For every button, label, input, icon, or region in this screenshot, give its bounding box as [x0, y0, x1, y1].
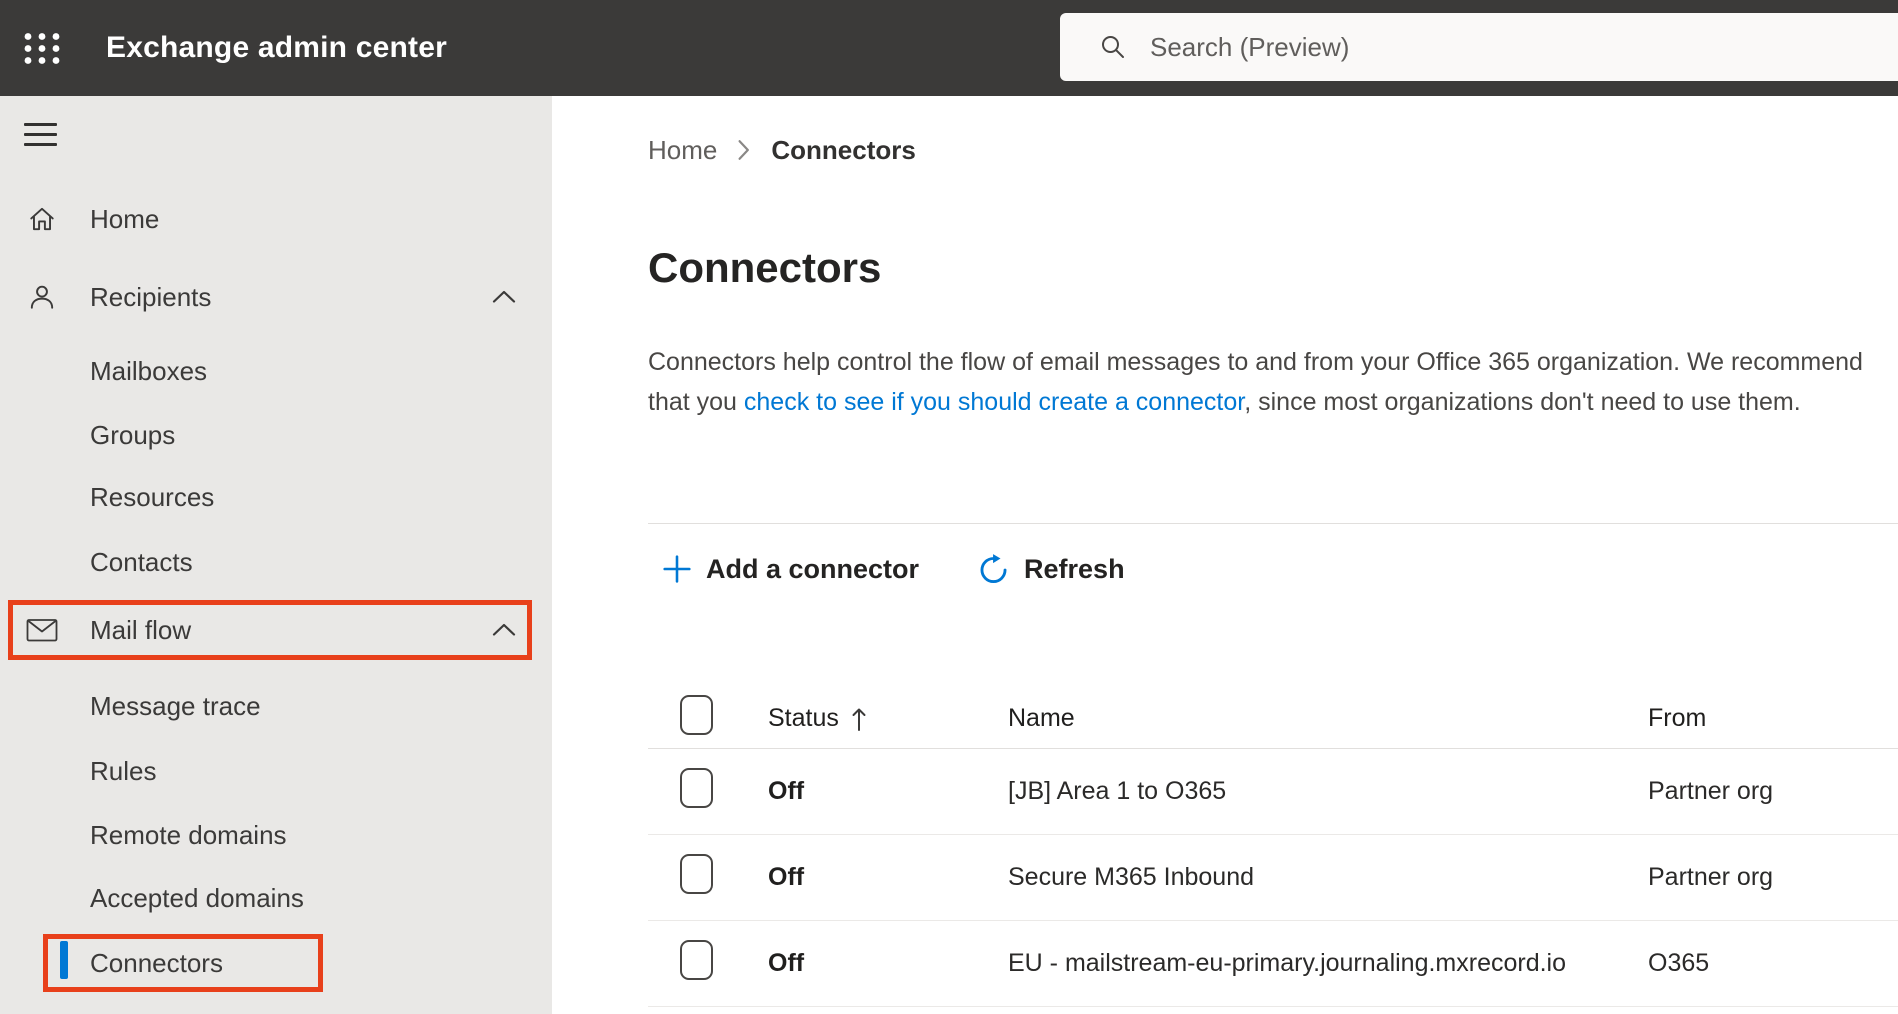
mail-icon	[26, 614, 58, 646]
toolbar-divider	[648, 523, 1898, 524]
person-icon	[26, 281, 58, 313]
row-checkbox[interactable]	[680, 768, 713, 808]
sidebar-item-label: Groups	[90, 419, 176, 450]
hamburger-menu-button[interactable]	[24, 123, 57, 146]
from-cell: Partner org	[1648, 863, 1774, 891]
from-cell: Partner org	[1648, 777, 1774, 805]
selected-item-indicator-bar	[60, 941, 68, 979]
from-cell: O365	[1648, 949, 1710, 977]
column-header-name: Name	[1008, 704, 1075, 732]
refresh-button[interactable]: Refresh	[963, 553, 1139, 586]
sidebar-item-accepted-domains[interactable]: Accepted domains	[0, 866, 552, 930]
add-connector-button[interactable]: Add a connector	[648, 554, 933, 585]
sidebar-item-label: Accepted domains	[90, 882, 304, 913]
search-input[interactable]	[1150, 31, 1750, 63]
status-cell: Off	[768, 863, 805, 891]
sidebar-item-message-trace[interactable]: Message trace	[0, 674, 552, 738]
sidebar-item-remote-domains[interactable]: Remote domains	[0, 803, 552, 867]
sidebar-item-label: Remote domains	[90, 819, 287, 850]
row-checkbox[interactable]	[680, 854, 713, 894]
sidebar-item-label: Contacts	[90, 546, 193, 577]
sidebar-item-label: Mail flow	[90, 614, 192, 645]
table-header-row: Status Name From	[648, 689, 1898, 749]
chevron-up-icon[interactable]	[492, 289, 516, 305]
table-row[interactable]: Off Secure M365 Inbound Partner org	[648, 835, 1898, 921]
search-icon	[1102, 36, 1124, 58]
sidebar-item-recipients[interactable]: Recipients	[0, 265, 552, 329]
status-cell: Off	[768, 777, 805, 805]
select-all-checkbox[interactable]	[680, 695, 713, 735]
sidebar-item-home[interactable]: Home	[0, 187, 552, 251]
page-description: Connectors help control the flow of emai…	[648, 342, 1888, 422]
refresh-label: Refresh	[1024, 553, 1125, 584]
sidebar-item-label: Mailboxes	[90, 355, 208, 386]
sidebar-item-connectors[interactable]: Connectors	[0, 931, 552, 995]
table-row[interactable]: Off [JB] Area 1 to O365 Partner org	[648, 749, 1898, 835]
home-icon	[26, 203, 58, 235]
command-bar: Add a connector Refresh	[648, 541, 1898, 597]
plus-icon	[662, 554, 692, 584]
description-text-tail: , since most organizations don't need to…	[1244, 388, 1801, 416]
sidebar-item-contacts[interactable]: Contacts	[0, 530, 552, 594]
chevron-right-icon	[737, 139, 751, 161]
breadcrumb: Home Connectors	[648, 134, 1898, 166]
main-content: Home Connectors Connectors Connectors he…	[552, 96, 1898, 1014]
sidebar-item-groups[interactable]: Groups	[0, 403, 552, 467]
breadcrumb-home-link[interactable]: Home	[648, 135, 717, 166]
top-bar: Exchange admin center	[0, 0, 1898, 96]
breadcrumb-current-page: Connectors	[771, 134, 916, 165]
sidebar-item-label: Rules	[90, 755, 157, 786]
create-connector-check-link[interactable]: check to see if you should create a conn…	[744, 388, 1244, 416]
sidebar-item-label: Resources	[90, 481, 215, 512]
table-body: Off [JB] Area 1 to O365 Partner org Off …	[648, 749, 1898, 1007]
waffle-dots	[24, 32, 60, 64]
page-title: Connectors	[648, 244, 882, 291]
table-row[interactable]: Off EU - mailstream-eu-primary.journalin…	[648, 921, 1898, 1007]
sidebar-item-label: Recipients	[90, 281, 212, 312]
app-launcher-waffle-icon[interactable]	[20, 28, 64, 68]
sort-ascending-icon	[851, 705, 867, 733]
sidebar-item-label: Home	[90, 203, 160, 234]
status-header-label: Status	[768, 704, 839, 732]
sidebar-item-rules[interactable]: Rules	[0, 739, 552, 803]
row-checkbox[interactable]	[680, 940, 713, 980]
column-header-status[interactable]: Status	[768, 704, 1008, 733]
sidebar-navigation: Home Recipients Mailboxes Groups Resourc…	[0, 96, 552, 1014]
app-title: Exchange admin center	[106, 31, 447, 64]
sidebar-item-mail-flow[interactable]: Mail flow	[0, 598, 552, 662]
name-cell: Secure M365 Inbound	[1008, 863, 1255, 891]
sidebar-item-resources[interactable]: Resources	[0, 465, 552, 529]
status-cell: Off	[768, 949, 805, 977]
name-cell: [JB] Area 1 to O365	[1008, 777, 1227, 805]
chevron-up-icon[interactable]	[492, 622, 516, 638]
add-connector-label: Add a connector	[706, 553, 920, 584]
sidebar-item-label: Message trace	[90, 690, 261, 721]
refresh-icon	[977, 553, 1010, 586]
column-header-from: From	[1648, 704, 1707, 732]
global-search-box[interactable]	[1060, 13, 1898, 81]
name-cell: EU - mailstream-eu-primary.journaling.mx…	[1008, 949, 1567, 977]
sidebar-item-label: Connectors	[90, 947, 223, 978]
sidebar-item-mailboxes[interactable]: Mailboxes	[0, 339, 552, 403]
